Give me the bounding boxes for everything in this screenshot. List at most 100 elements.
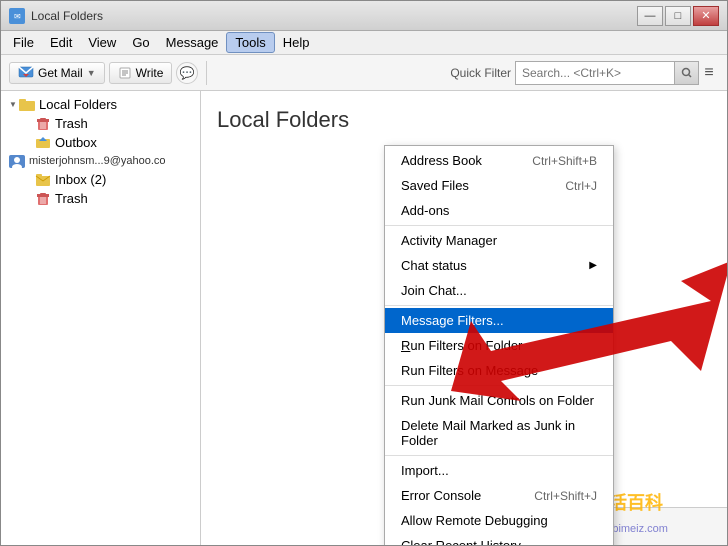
content-title: Local Folders (217, 107, 711, 133)
allow-remote-debug-label: Allow Remote Debugging (401, 513, 548, 528)
chat-status-arrow: ▶ (589, 260, 597, 271)
separator-1 (385, 225, 613, 226)
clear-history-label: Clear Recent History... (401, 538, 531, 545)
local-folders-label: Local Folders (39, 97, 194, 112)
expand-spacer (23, 193, 35, 205)
menu-allow-remote-debug[interactable]: Allow Remote Debugging (385, 508, 613, 533)
menu-file[interactable]: File (5, 33, 42, 52)
outbox-icon (35, 136, 51, 150)
get-mail-button[interactable]: Get Mail ▼ (9, 62, 105, 84)
join-chat-label: Join Chat... (401, 283, 467, 298)
search-input[interactable] (515, 61, 675, 85)
menu-add-ons[interactable]: Add-ons (385, 198, 613, 223)
menu-message[interactable]: Message (158, 33, 227, 52)
maximize-button[interactable]: □ (665, 6, 691, 26)
outbox-label: Outbox (55, 135, 194, 150)
menu-address-book[interactable]: Address Book Ctrl+Shift+B (385, 148, 613, 173)
account-label: misterjohnsm...9@yahoo.co (29, 155, 169, 167)
delete-junk-label: Delete Mail Marked as Junk in Folder (401, 418, 597, 448)
trash-1-label: Trash (55, 116, 194, 131)
toolbar-menu-button[interactable]: ≡ (699, 61, 719, 85)
menu-chat-status[interactable]: Chat status ▶ (385, 253, 613, 278)
window-title: Local Folders (31, 9, 637, 23)
address-book-label: Address Book (401, 153, 482, 168)
inbox-icon (35, 173, 51, 187)
dropdown-overlay: Address Book Ctrl+Shift+B Saved Files Ct… (201, 145, 727, 545)
separator-4 (385, 455, 613, 456)
close-button[interactable]: ✕ (693, 6, 719, 26)
search-box: Quick Filter ≡ (450, 61, 719, 85)
run-junk-label: Run Junk Mail Controls on Folder (401, 393, 594, 408)
minimize-button[interactable]: — (637, 6, 663, 26)
sidebar-item-local-folders[interactable]: ▼ Local Folders (1, 95, 200, 114)
search-icon (681, 67, 693, 79)
chat-status-label: Chat status (401, 258, 467, 273)
saved-files-label: Saved Files (401, 178, 469, 193)
menu-help[interactable]: Help (275, 33, 318, 52)
add-ons-label: Add-ons (401, 203, 449, 218)
menu-clear-history[interactable]: Clear Recent History... (385, 533, 613, 545)
menu-run-filters-folder[interactable]: Run Filters on Folder (385, 333, 613, 358)
main-window: ✉ Local Folders — □ ✕ File Edit View Go … (0, 0, 728, 546)
toolbar-separator (206, 61, 207, 85)
folder-tree: ▼ Local Folders (1, 91, 200, 212)
address-book-shortcut: Ctrl+Shift+B (532, 154, 597, 168)
message-filters-label: Message Filters... (401, 313, 504, 328)
sidebar: ▼ Local Folders (1, 91, 201, 545)
write-label: Write (136, 66, 164, 80)
title-bar: ✉ Local Folders — □ ✕ (1, 1, 727, 31)
menu-message-filters[interactable]: Message Filters... (385, 308, 613, 333)
menu-saved-files[interactable]: Saved Files Ctrl+J (385, 173, 613, 198)
expand-spacer (23, 118, 35, 130)
local-folders-icon (19, 98, 35, 112)
get-mail-label: Get Mail (38, 66, 83, 80)
menu-go[interactable]: Go (124, 33, 157, 52)
menu-run-junk[interactable]: Run Junk Mail Controls on Folder (385, 388, 613, 413)
menu-run-filters-message[interactable]: Run Filters on Message (385, 358, 613, 383)
get-mail-arrow[interactable]: ▼ (87, 68, 96, 78)
menu-edit[interactable]: Edit (42, 33, 80, 52)
tools-dropdown-menu: Address Book Ctrl+Shift+B Saved Files Ct… (384, 145, 614, 545)
expand-spacer (23, 174, 35, 186)
menu-import[interactable]: Import... (385, 458, 613, 483)
sidebar-item-inbox[interactable]: Inbox (2) (1, 170, 200, 189)
error-console-shortcut: Ctrl+Shift+J (534, 489, 597, 503)
chat-button[interactable]: 💬 (176, 62, 198, 84)
get-mail-icon (18, 66, 34, 80)
sidebar-item-trash-2[interactable]: Trash (1, 189, 200, 208)
trash-icon-1 (35, 117, 51, 131)
run-filters-message-label: Run Filters on Message (401, 363, 538, 378)
write-button[interactable]: Write (109, 62, 173, 84)
menu-bar: File Edit View Go Message Tools Help (1, 31, 727, 55)
sidebar-item-trash-1[interactable]: Trash (1, 114, 200, 133)
content-area: Local Folders ⚙ Manage message filters A… (201, 91, 727, 545)
sidebar-item-account[interactable]: misterjohnsm...9@yahoo.co (1, 152, 200, 170)
menu-view[interactable]: View (80, 33, 124, 52)
menu-activity-manager[interactable]: Activity Manager (385, 228, 613, 253)
inbox-label: Inbox (2) (55, 172, 194, 187)
menu-join-chat[interactable]: Join Chat... (385, 278, 613, 303)
expand-icon[interactable]: ▼ (7, 99, 19, 111)
main-area: ▼ Local Folders (1, 91, 727, 545)
error-console-label: Error Console (401, 488, 481, 503)
svg-text:✉: ✉ (14, 12, 21, 21)
app-icon: ✉ (9, 8, 25, 24)
account-icon (9, 154, 25, 168)
separator-3 (385, 385, 613, 386)
search-button[interactable] (675, 61, 699, 85)
import-label: Import... (401, 463, 449, 478)
menu-tools[interactable]: Tools (226, 32, 274, 53)
trash-2-label: Trash (55, 191, 194, 206)
expand-spacer (23, 137, 35, 149)
sidebar-item-outbox[interactable]: Outbox (1, 133, 200, 152)
run-filters-folder-label: Run Filters on Folder (401, 338, 522, 353)
window-controls: — □ ✕ (637, 6, 719, 26)
activity-manager-label: Activity Manager (401, 233, 497, 248)
separator-2 (385, 305, 613, 306)
toolbar: Get Mail ▼ Write 💬 Quick Filter (1, 55, 727, 91)
menu-delete-junk[interactable]: Delete Mail Marked as Junk in Folder (385, 413, 613, 453)
menu-error-console[interactable]: Error Console Ctrl+Shift+J (385, 483, 613, 508)
saved-files-shortcut: Ctrl+J (565, 179, 597, 193)
trash-icon-2 (35, 192, 51, 206)
quick-filter-label: Quick Filter (450, 66, 511, 80)
